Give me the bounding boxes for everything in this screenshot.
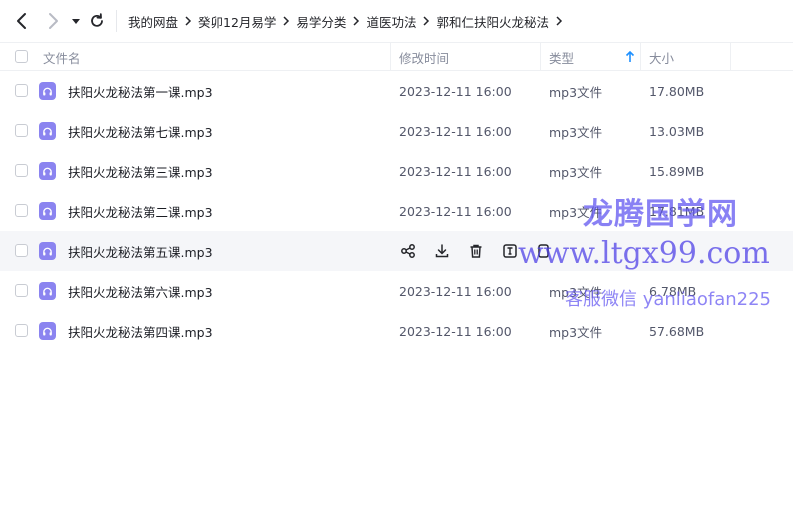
caret-down-icon	[72, 19, 80, 24]
column-header-size[interactable]: 大小	[649, 43, 674, 71]
column-divider[interactable]	[390, 43, 391, 71]
file-type: mp3文件	[549, 284, 603, 300]
share-icon[interactable]	[398, 241, 418, 261]
file-type: mp3文件	[549, 204, 603, 220]
audio-file-icon	[39, 202, 56, 220]
refresh-button[interactable]	[88, 12, 106, 30]
file-row[interactable]: 扶阳火龙秘法第三课.mp3 2023-12-11 16:00 mp3文件 15.89M…	[0, 151, 793, 191]
breadcrumb-item[interactable]: 癸卯12月易学	[198, 12, 276, 31]
back-button[interactable]	[12, 11, 32, 31]
file-modified-time: 2023-12-11 16:00	[399, 83, 512, 99]
row-checkbox[interactable]	[15, 324, 28, 337]
file-type: mp3文件	[549, 84, 603, 100]
breadcrumb-item[interactable]: 道医功法	[366, 12, 416, 31]
column-divider[interactable]	[730, 43, 731, 71]
chevron-right-icon	[49, 13, 58, 29]
chevron-right-icon	[276, 11, 296, 31]
file-size: 57.68MB	[649, 323, 705, 339]
column-header-mtime[interactable]: 修改时间	[399, 43, 449, 71]
file-size: 6.78MB	[649, 283, 697, 299]
breadcrumb: 我的网盘 癸卯12月易学 易学分类 道医功法 郭和仁扶阳火龙秘法	[128, 11, 569, 31]
chevron-right-icon	[346, 11, 366, 31]
file-type: mp3文件	[549, 164, 603, 180]
file-size: 13.03MB	[649, 123, 705, 139]
file-name[interactable]: 扶阳火龙秘法第五课.mp3	[68, 231, 213, 271]
row-checkbox[interactable]	[15, 204, 28, 217]
breadcrumb-item[interactable]: 易学分类	[296, 12, 346, 31]
rename-icon[interactable]	[500, 241, 520, 261]
audio-file-icon	[39, 82, 56, 100]
breadcrumb-item-current[interactable]: 郭和仁扶阳火龙秘法	[436, 12, 549, 31]
row-checkbox[interactable]	[15, 284, 28, 297]
file-modified-time: 2023-12-11 16:00	[399, 283, 512, 299]
file-type: mp3文件	[549, 324, 603, 340]
file-modified-time: 2023-12-11 16:00	[399, 163, 512, 179]
audio-file-icon	[39, 242, 56, 260]
file-name[interactable]: 扶阳火龙秘法第六课.mp3	[68, 271, 213, 311]
row-checkbox[interactable]	[15, 84, 28, 97]
file-modified-time: 2023-12-11 16:00	[399, 203, 512, 219]
file-modified-time: 2023-12-11 16:00	[399, 123, 512, 139]
refresh-icon	[91, 13, 103, 27]
file-name[interactable]: 扶阳火龙秘法第二课.mp3	[68, 191, 213, 231]
file-row[interactable]: 扶阳火龙秘法第六课.mp3 2023-12-11 16:00 mp3文件 6.78MB	[0, 271, 793, 311]
file-modified-time: 2023-12-11 16:00	[399, 323, 512, 339]
forward-button[interactable]	[43, 11, 63, 31]
delete-icon[interactable]	[466, 241, 486, 261]
audio-file-icon	[39, 282, 56, 300]
select-all-checkbox[interactable]	[15, 50, 28, 63]
file-size: 17.80MB	[649, 83, 705, 99]
column-divider[interactable]	[540, 43, 541, 71]
file-type: mp3文件	[549, 124, 603, 140]
arrow-up-icon[interactable]	[625, 43, 635, 71]
history-dropdown-button[interactable]	[69, 14, 83, 28]
row-actions	[398, 241, 568, 261]
file-row[interactable]: 扶阳火龙秘法第七课.mp3 2023-12-11 16:00 mp3文件 13.03M…	[0, 111, 793, 151]
file-list-header: 文件名 修改时间 类型 大小	[0, 42, 793, 71]
file-name[interactable]: 扶阳火龙秘法第七课.mp3	[68, 111, 213, 151]
file-name[interactable]: 扶阳火龙秘法第三课.mp3	[68, 151, 213, 191]
file-row[interactable]: 扶阳火龙秘法第五课.mp3	[0, 231, 793, 271]
row-checkbox[interactable]	[15, 244, 28, 257]
breadcrumb-item-root[interactable]: 我的网盘	[128, 12, 178, 31]
chevron-right-icon	[178, 11, 198, 31]
column-header-type[interactable]: 类型	[549, 43, 574, 71]
chevron-left-icon	[17, 13, 26, 29]
more-icon[interactable]	[534, 241, 554, 261]
audio-file-icon	[39, 322, 56, 340]
column-header-name[interactable]: 文件名	[43, 43, 81, 71]
toolbar: 我的网盘 癸卯12月易学 易学分类 道医功法 郭和仁扶阳火龙秘法	[0, 0, 793, 42]
download-icon[interactable]	[432, 241, 452, 261]
chevron-right-icon	[416, 11, 436, 31]
chevron-right-icon[interactable]	[549, 11, 569, 31]
audio-file-icon	[39, 122, 56, 140]
column-divider[interactable]	[640, 43, 641, 71]
file-size: 15.89MB	[649, 163, 705, 179]
row-checkbox[interactable]	[15, 124, 28, 137]
file-row[interactable]: 扶阳火龙秘法第二课.mp3 2023-12-11 16:00 mp3文件 17.81M…	[0, 191, 793, 231]
toolbar-divider	[116, 10, 117, 32]
file-name[interactable]: 扶阳火龙秘法第四课.mp3	[68, 311, 213, 351]
file-row[interactable]: 扶阳火龙秘法第四课.mp3 2023-12-11 16:00 mp3文件 57.68M…	[0, 311, 793, 351]
file-name[interactable]: 扶阳火龙秘法第一课.mp3	[68, 71, 213, 111]
file-size: 17.81MB	[649, 203, 705, 219]
audio-file-icon	[39, 162, 56, 180]
row-checkbox[interactable]	[15, 164, 28, 177]
file-row[interactable]: 扶阳火龙秘法第一课.mp3 2023-12-11 16:00 mp3文件 17.80M…	[0, 71, 793, 111]
